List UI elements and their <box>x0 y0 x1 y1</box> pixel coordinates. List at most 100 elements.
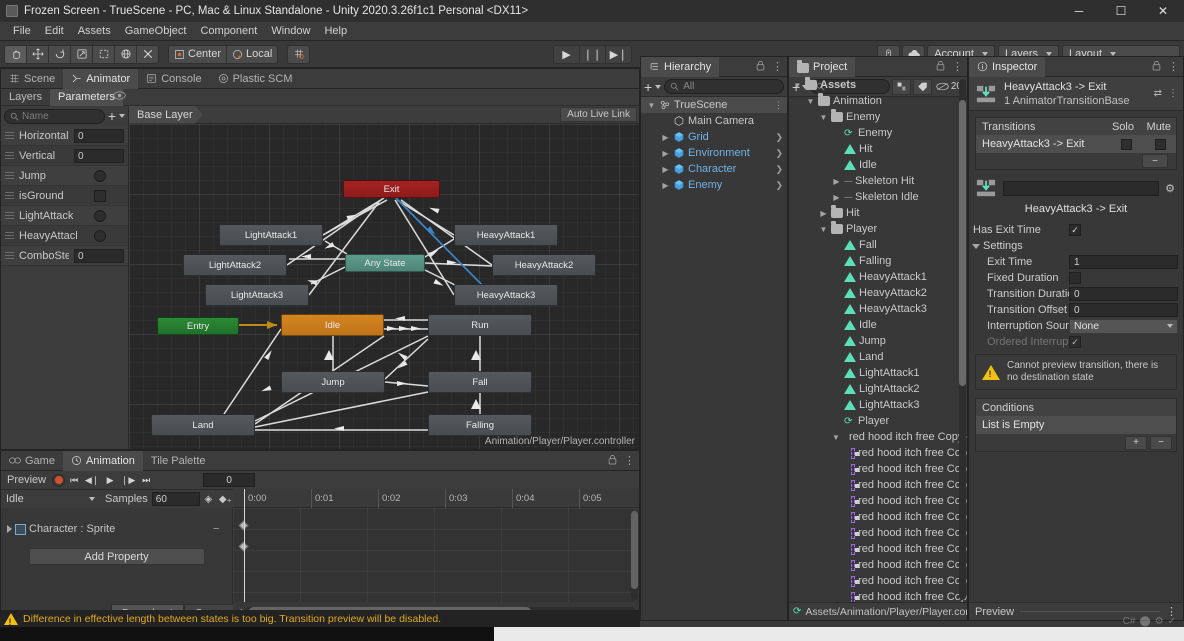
project-item[interactable]: LightAttack2 <box>789 381 967 397</box>
add-property-button[interactable]: Add Property <box>28 548 205 565</box>
preview-label[interactable]: Preview <box>1 474 52 486</box>
transition-name-input[interactable] <box>1003 180 1160 196</box>
tab-hierarchy[interactable]: Hierarchy <box>641 56 720 77</box>
custom-tool-icon[interactable] <box>136 44 159 64</box>
auto-live-link-button[interactable]: Auto Live Link <box>560 107 637 122</box>
clip-dropdown[interactable]: Idle <box>1 490 101 509</box>
gear-icon[interactable]: ⚙ <box>1165 182 1175 195</box>
minimize-button[interactable]: ─ <box>1058 0 1100 22</box>
tab-animation[interactable]: Animation <box>62 450 143 471</box>
parameter-bool-checkbox[interactable] <box>94 189 106 202</box>
add-gameobject-button[interactable]: + <box>644 80 652 94</box>
chevron-down-icon[interactable] <box>119 114 125 118</box>
project-item[interactable]: HeavyAttack3 <box>789 301 967 317</box>
tab-console[interactable]: Console <box>138 69 209 89</box>
project-item[interactable]: ▼ Enemy <box>789 109 967 125</box>
add-condition-button[interactable]: + <box>1125 435 1147 450</box>
tab-tile-palette[interactable]: Tile Palette <box>143 451 214 471</box>
project-item[interactable]: ▶ Hit <box>789 205 967 221</box>
chevron-right-icon[interactable]: ▶ <box>661 181 670 190</box>
project-item[interactable]: Land <box>789 349 967 365</box>
setting-checkbox[interactable]: ✓ <box>1069 336 1081 348</box>
animator-state-graph[interactable]: Exit LightAttack1 HeavyAttack1 LightAttack2… <box>129 124 639 449</box>
drag-handle-icon[interactable] <box>5 212 14 219</box>
parameter-row[interactable]: LightAttack <box>1 206 128 226</box>
drag-handle-icon[interactable] <box>5 152 14 159</box>
project-item[interactable]: Falling <box>789 253 967 269</box>
drag-handle-icon[interactable] <box>5 252 14 259</box>
project-item[interactable]: ▼ Player <box>789 221 967 237</box>
state-node-any-state[interactable]: Any State <box>345 254 425 272</box>
menu-item-help[interactable]: Help <box>317 22 354 41</box>
project-item[interactable]: red hood itch free Cop <box>789 509 967 525</box>
chevron-right-icon[interactable]: ▶ <box>661 133 670 142</box>
state-node-heavyattack3[interactable]: HeavyAttack3 <box>454 284 558 306</box>
setting-checkbox[interactable] <box>1069 272 1081 284</box>
hierarchy-search-input[interactable]: All <box>664 79 784 94</box>
menu-item-edit[interactable]: Edit <box>38 22 71 41</box>
project-item[interactable]: red hood itch free Cop <box>789 541 967 557</box>
project-item[interactable]: red hood itch free Cop <box>789 445 967 461</box>
project-item[interactable]: ▶ ---- Skeleton Hit <box>789 173 967 189</box>
panel-menu-icon[interactable]: ⋮ <box>624 454 635 467</box>
tab-project[interactable]: Project <box>789 56 856 77</box>
remove-transition-button[interactable]: − <box>1142 154 1168 168</box>
chevron-down-icon[interactable] <box>655 84 662 89</box>
rect-tool-icon[interactable] <box>92 44 115 64</box>
subtab-parameters[interactable]: Parameters <box>50 88 123 106</box>
parameter-row[interactable]: Horizontal 0 <box>1 126 128 146</box>
chevron-right-icon[interactable]: ▶ <box>661 165 670 174</box>
state-node-lightattack1[interactable]: LightAttack1 <box>219 224 323 246</box>
space-mode-button[interactable]: Local <box>226 44 279 64</box>
project-item[interactable]: red hood itch free Cop <box>789 589 967 602</box>
state-node-land[interactable]: Land <box>151 414 255 436</box>
pause-button[interactable]: ❘❘ <box>579 44 606 64</box>
play-animation-button[interactable]: ▶ <box>101 473 119 488</box>
property-row[interactable]: Character : Sprite − <box>1 520 232 538</box>
parameter-trigger-toggle[interactable] <box>94 209 106 222</box>
remove-property-icon[interactable]: − <box>213 523 219 535</box>
drag-handle-icon[interactable] <box>5 232 14 239</box>
scene-context-menu-icon[interactable]: ⋮ <box>774 100 783 111</box>
lock-icon[interactable] <box>608 454 617 468</box>
add-keyframe-icon[interactable]: ◈ <box>200 491 217 507</box>
last-frame-button[interactable]: ⏭ <box>137 473 155 488</box>
project-item[interactable]: red hood itch free Cop <box>789 477 967 493</box>
project-item[interactable]: red hood itch free Cop <box>789 525 967 541</box>
menu-item-component[interactable]: Component <box>193 22 264 41</box>
panel-menu-icon[interactable]: ⋮ <box>772 60 783 73</box>
play-button[interactable]: ▶ <box>553 44 580 64</box>
prefab-open-chevron-icon[interactable]: ❯ <box>775 132 783 143</box>
project-scrollbar[interactable] <box>959 79 966 600</box>
hierarchy-item-main-camera[interactable]: Main Camera <box>641 113 787 129</box>
current-frame-input[interactable]: 0 <box>203 473 256 487</box>
hand-tool-icon[interactable] <box>4 44 27 64</box>
project-item[interactable]: red hood itch free Cop <box>789 461 967 477</box>
preset-icon[interactable]: ⇄ <box>1154 88 1162 99</box>
chevron-down-icon[interactable]: ▼ <box>832 433 840 442</box>
setting-input[interactable]: 0 <box>1069 303 1178 317</box>
state-node-run[interactable]: Run <box>428 314 532 336</box>
lock-icon[interactable] <box>756 60 765 74</box>
playhead[interactable] <box>244 489 245 602</box>
setting-input[interactable]: 0 <box>1069 287 1178 301</box>
record-button[interactable] <box>52 473 66 487</box>
project-item[interactable]: Jump <box>789 333 967 349</box>
mute-checkbox[interactable] <box>1155 138 1166 150</box>
project-item[interactable]: LightAttack1 <box>789 365 967 381</box>
subtab-layers[interactable]: Layers <box>1 89 50 106</box>
state-node-idle[interactable]: Idle <box>281 314 384 336</box>
add-event-icon[interactable]: ◆₊ <box>217 491 234 507</box>
first-frame-button[interactable]: ⏮ <box>65 473 83 488</box>
animation-timeline[interactable]: 0:000:010:020:030:040:050:06 <box>233 489 639 602</box>
parameter-row[interactable]: isGround <box>1 186 128 206</box>
project-item[interactable]: ⟳ Player <box>789 413 967 429</box>
project-item[interactable]: ▼ red hood itch free Copy- <box>789 429 967 445</box>
project-item[interactable]: red hood itch free Cop <box>789 493 967 509</box>
project-item[interactable]: red hood itch free Cop <box>789 557 967 573</box>
eye-icon[interactable] <box>113 91 126 103</box>
hierarchy-item-grid[interactable]: ▶ Grid ❯ <box>641 129 787 145</box>
chevron-down-icon[interactable]: ▼ <box>793 81 802 90</box>
drag-handle-icon[interactable] <box>5 192 14 199</box>
project-item[interactable]: Fall <box>789 237 967 253</box>
